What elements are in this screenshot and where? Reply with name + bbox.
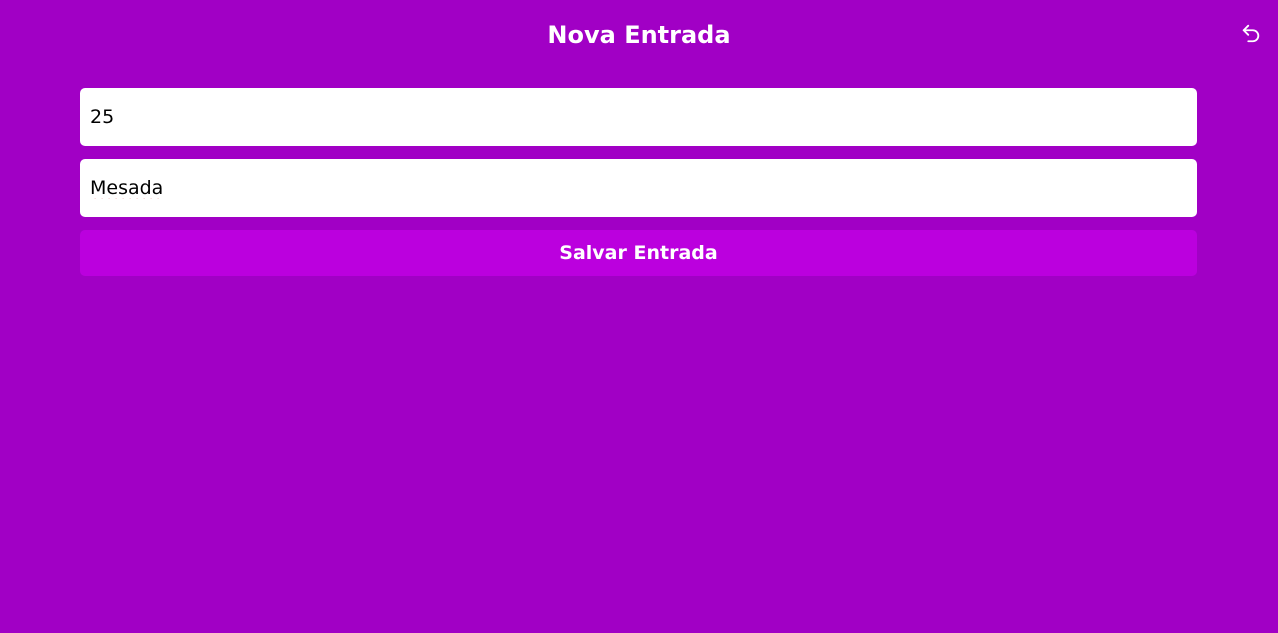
back-button[interactable]: [1236, 18, 1266, 48]
page-title: Nova Entrada: [547, 21, 731, 49]
value-input[interactable]: [80, 88, 1197, 146]
description-input[interactable]: [80, 159, 1197, 217]
undo-arrow-icon: [1242, 24, 1260, 43]
entry-form: Salvar Entrada: [80, 88, 1197, 276]
save-entry-button[interactable]: Salvar Entrada: [80, 230, 1197, 276]
new-entry-screen: Nova Entrada Salvar Entrada: [0, 0, 1278, 633]
